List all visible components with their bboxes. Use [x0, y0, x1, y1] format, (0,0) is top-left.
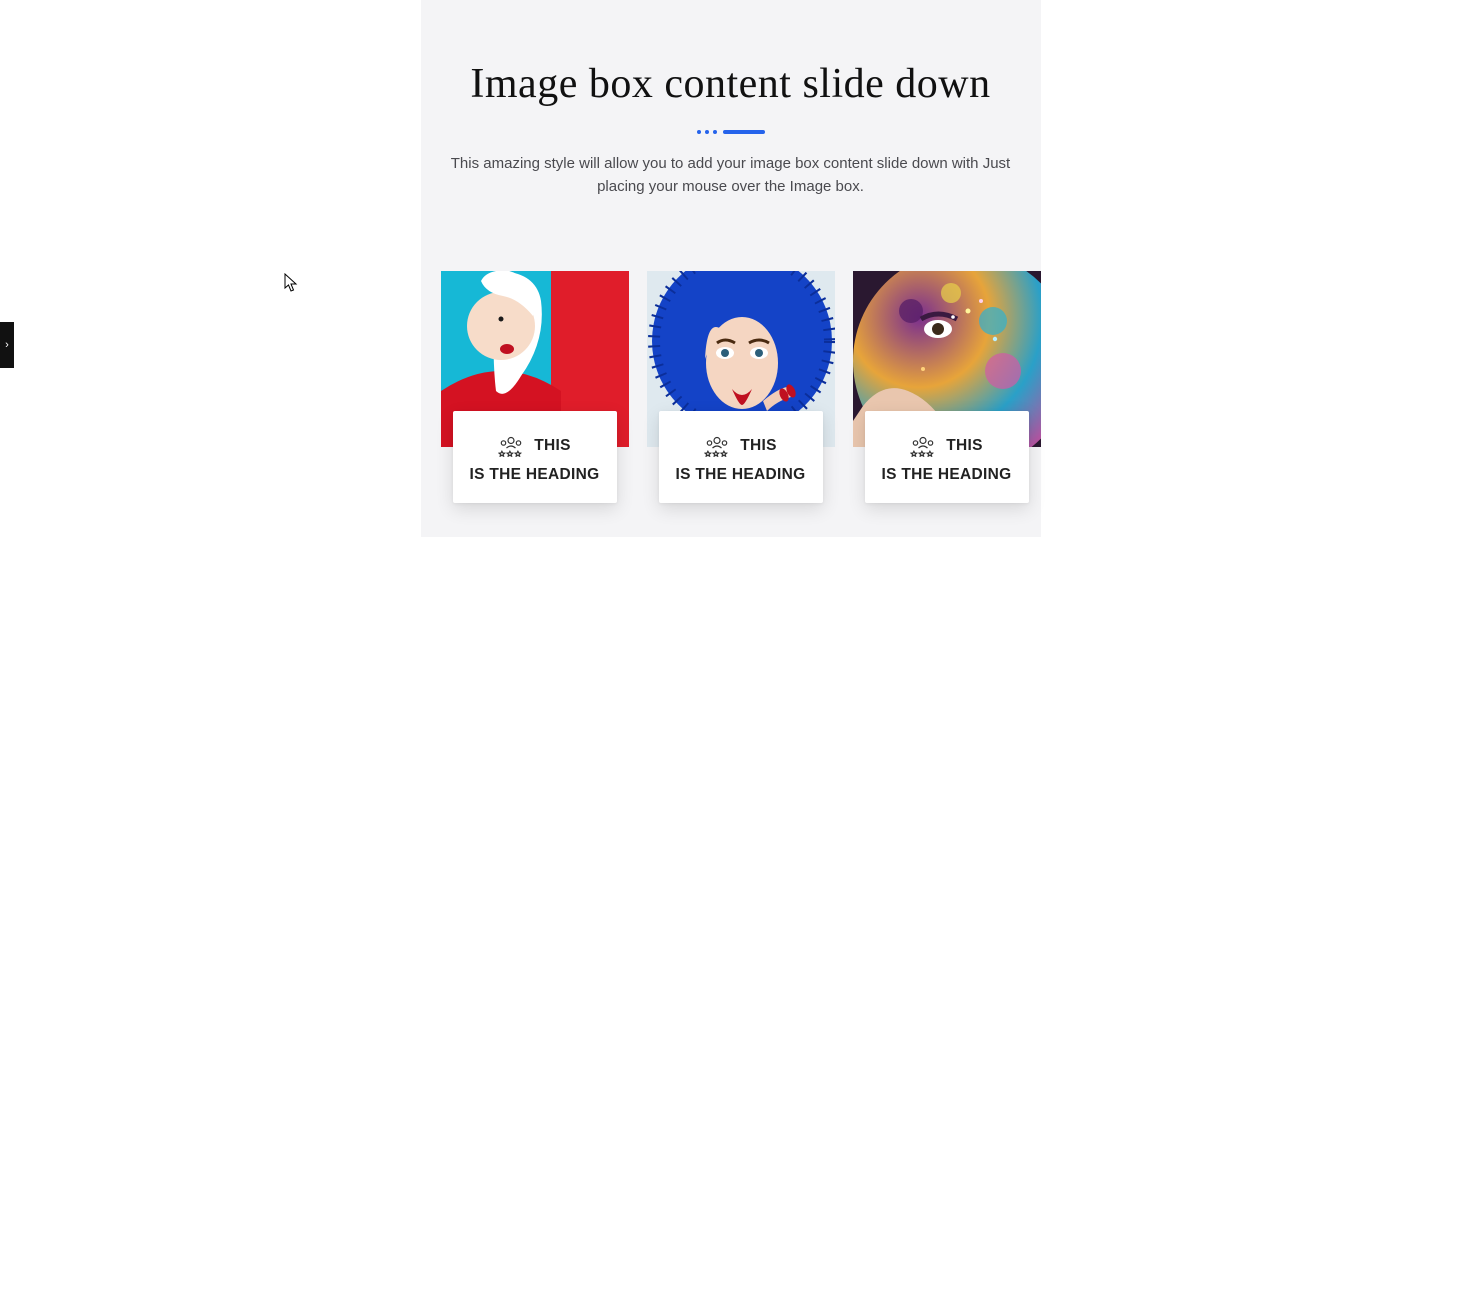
card-caption: THIS IS THE HEADING: [659, 411, 823, 504]
image-box-card[interactable]: THIS IS THE HEADING: [441, 271, 629, 447]
section-panel: Image box content slide down This amazin…: [421, 0, 1041, 537]
image-box-card[interactable]: THIS IS THE HEADING: [853, 271, 1041, 447]
image-box-row: THIS IS THE HEADING: [441, 271, 1021, 447]
divider-decoration: [421, 130, 1041, 134]
chevron-right-icon: ›: [5, 339, 9, 351]
card-heading-line1: THIS: [534, 437, 571, 455]
card-heading-line2: IS THE HEADING: [879, 465, 1015, 486]
image-box-card[interactable]: THIS IS THE HEADING: [647, 271, 835, 447]
card-heading-line1: THIS: [946, 437, 983, 455]
section-description: This amazing style will allow you to add…: [451, 152, 1011, 199]
section-title: Image box content slide down: [421, 60, 1041, 108]
group-stars-icon: [498, 435, 524, 457]
card-heading-line1: THIS: [740, 437, 777, 455]
group-stars-icon: [910, 435, 936, 457]
side-expand-tab[interactable]: ›: [0, 322, 14, 368]
card-heading-line2: IS THE HEADING: [467, 465, 603, 486]
card-heading-line2: IS THE HEADING: [673, 465, 809, 486]
group-stars-icon: [704, 435, 730, 457]
card-caption: THIS IS THE HEADING: [865, 411, 1029, 504]
card-caption: THIS IS THE HEADING: [453, 411, 617, 504]
